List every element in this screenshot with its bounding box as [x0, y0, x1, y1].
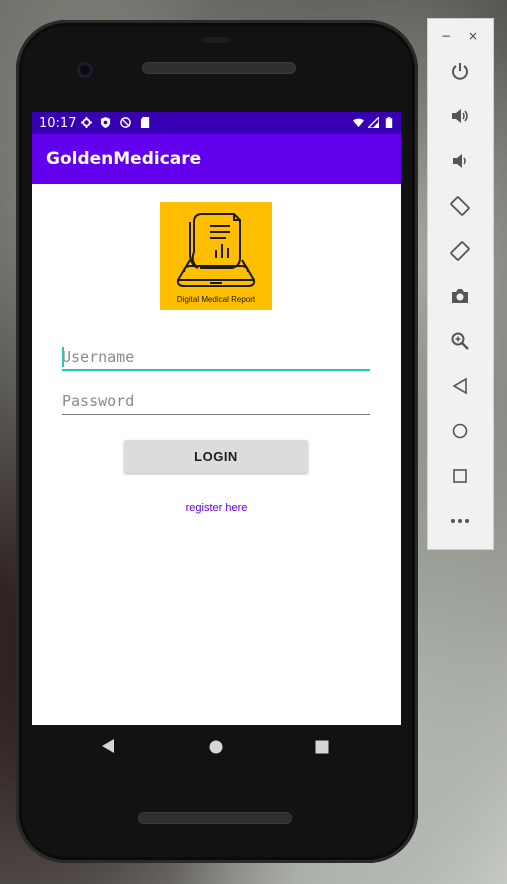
rotate-left-button[interactable]: [448, 194, 472, 218]
status-time: 10:17: [39, 116, 77, 131]
home-icon: [452, 423, 468, 439]
password-underline: [62, 414, 370, 415]
username-field[interactable]: [62, 345, 370, 371]
screenshot-button[interactable]: [448, 284, 472, 308]
sd-card-icon: [140, 117, 150, 128]
volume-up-icon: [452, 109, 468, 123]
camera-icon: [452, 289, 468, 303]
front-camera: [77, 62, 93, 78]
register-link[interactable]: register here: [32, 502, 401, 514]
power-button[interactable]: [448, 59, 472, 83]
logo-caption: Digital Medical Report: [176, 295, 256, 304]
volume-up-button[interactable]: [448, 104, 472, 128]
no-sync-icon: [120, 117, 131, 128]
app-bar: GoldenMedicare: [32, 134, 401, 184]
nav-back-icon[interactable]: [101, 738, 115, 754]
password-field[interactable]: [62, 389, 370, 415]
zoom-button[interactable]: [448, 329, 472, 353]
wifi-icon: [353, 118, 364, 128]
back-button[interactable]: [448, 374, 472, 398]
rotate-left-icon: [450, 196, 470, 216]
zoom-icon: [451, 332, 469, 350]
status-bar: 10:17: [32, 112, 401, 134]
volume-down-icon: [453, 154, 466, 168]
power-icon: [452, 63, 468, 80]
shield-icon: [100, 117, 111, 128]
nav-recents-icon[interactable]: [315, 740, 329, 754]
volume-down-button[interactable]: [448, 149, 472, 173]
signal-icon: [368, 117, 379, 128]
nav-home-icon[interactable]: [209, 740, 223, 754]
login-button[interactable]: LOGIN: [124, 440, 308, 473]
emulator-toolbar: − ×: [427, 18, 494, 550]
overview-icon: [453, 469, 467, 483]
rotate-right-button[interactable]: [448, 239, 472, 263]
more-icon: [451, 519, 469, 523]
top-speaker: [142, 62, 296, 74]
back-icon: [452, 377, 467, 395]
settings-icon: [81, 117, 92, 128]
text-cursor: [62, 347, 64, 367]
battery-icon: [385, 117, 393, 128]
password-input[interactable]: [62, 389, 370, 413]
app-logo: Digital Medical Report: [160, 202, 272, 310]
top-notch: [203, 37, 229, 43]
medical-report-icon: [176, 213, 256, 287]
more-button[interactable]: [448, 509, 472, 533]
rotate-right-icon: [450, 241, 470, 261]
device-screen: 10:17 GoldenMedicare Digital Medical Rep…: [32, 112, 401, 725]
overview-button[interactable]: [448, 464, 472, 488]
bottom-speaker: [138, 812, 292, 824]
username-underline: [62, 369, 370, 371]
minimize-button[interactable]: −: [441, 29, 451, 43]
app-title: GoldenMedicare: [46, 149, 202, 169]
home-button[interactable]: [448, 419, 472, 443]
close-button[interactable]: ×: [468, 29, 478, 43]
username-input[interactable]: [62, 345, 370, 369]
